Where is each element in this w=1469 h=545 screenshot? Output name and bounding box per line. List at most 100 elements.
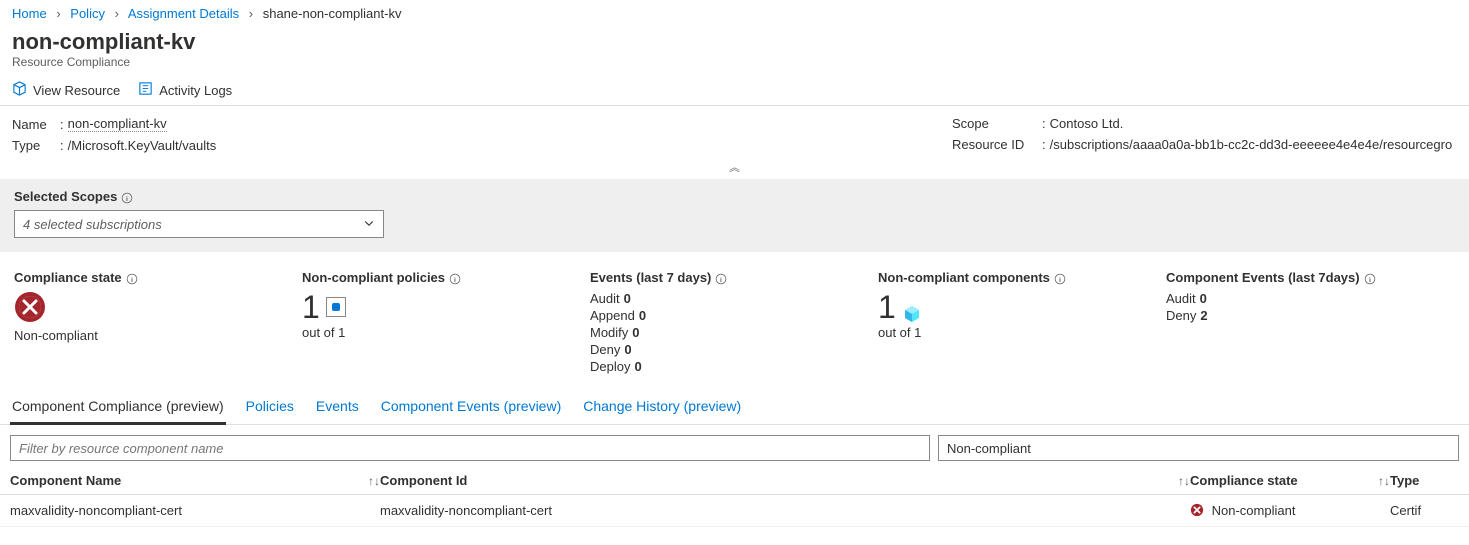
chevron-down-icon bbox=[363, 217, 375, 232]
noncompliant-policies-value: 1 bbox=[302, 291, 320, 323]
activity-logs-button[interactable]: Activity Logs bbox=[138, 81, 232, 99]
kpi-events: Events (last 7 days) i Audit 0 Append 0 … bbox=[590, 270, 860, 376]
view-resource-label: View Resource bbox=[33, 83, 120, 98]
page-title: non-compliant-kv bbox=[0, 25, 1469, 55]
name-label: Name bbox=[12, 117, 60, 132]
cube-icon bbox=[902, 297, 922, 317]
page-subtitle: Resource Compliance bbox=[0, 55, 1469, 77]
info-icon[interactable]: i bbox=[1364, 270, 1376, 285]
sort-icon[interactable]: ↑↓ bbox=[368, 474, 380, 488]
view-resource-button[interactable]: View Resource bbox=[12, 81, 120, 99]
noncompliant-components-title: Non-compliant components bbox=[878, 270, 1050, 285]
compliance-state-title: Compliance state bbox=[14, 270, 122, 285]
event-deploy-label: Deploy bbox=[590, 359, 630, 374]
breadcrumb: Home › Policy › Assignment Details › sha… bbox=[0, 0, 1469, 25]
chevron-right-icon: › bbox=[56, 6, 60, 21]
kpi-compliance-state: Compliance state i Non-compliant bbox=[14, 270, 284, 376]
kpi-noncompliant-components: Non-compliant components i 1 out of 1 bbox=[878, 270, 1148, 376]
col-type[interactable]: Type bbox=[1390, 473, 1419, 488]
tab-change-history[interactable]: Change History (preview) bbox=[581, 392, 743, 424]
info-icon[interactable]: i bbox=[715, 270, 727, 285]
breadcrumb-home[interactable]: Home bbox=[12, 6, 47, 21]
type-label: Type bbox=[12, 138, 60, 153]
breadcrumb-current: shane-non-compliant-kv bbox=[263, 6, 402, 21]
col-component-id[interactable]: Component Id bbox=[380, 473, 467, 488]
noncompliant-icon bbox=[14, 291, 46, 323]
table-row[interactable]: maxvalidity-noncompliant-cert maxvalidit… bbox=[0, 495, 1469, 527]
scopes-dropdown-value: 4 selected subscriptions bbox=[23, 217, 162, 232]
compliance-state-filter[interactable]: Non-compliant bbox=[938, 435, 1459, 461]
kpi-noncompliant-policies: Non-compliant policies i 1 out of 1 bbox=[302, 270, 572, 376]
sort-icon[interactable]: ↑↓ bbox=[1178, 474, 1190, 488]
cevent-deny-value: 2 bbox=[1200, 308, 1207, 323]
svg-text:i: i bbox=[131, 277, 133, 284]
toolbar: View Resource Activity Logs bbox=[0, 77, 1469, 106]
noncompliant-policies-sub: out of 1 bbox=[302, 325, 572, 340]
event-modify-value: 0 bbox=[632, 325, 639, 340]
selected-scopes-label: Selected Scopes bbox=[14, 189, 117, 204]
event-deny-value: 0 bbox=[624, 342, 631, 357]
cell-component-name: maxvalidity-noncompliant-cert bbox=[10, 503, 380, 518]
tab-component-events[interactable]: Component Events (preview) bbox=[379, 392, 564, 424]
compliance-state-filter-value: Non-compliant bbox=[947, 441, 1031, 456]
noncompliant-components-sub: out of 1 bbox=[878, 325, 1148, 340]
tab-policies[interactable]: Policies bbox=[244, 392, 296, 424]
cell-compliance-state: Non-compliant bbox=[1190, 503, 1390, 518]
selected-scopes-section: Selected Scopes i 4 selected subscriptio… bbox=[0, 179, 1469, 252]
components-table: Component Name ↑↓ Component Id ↑↓ Compli… bbox=[0, 469, 1469, 527]
tab-events[interactable]: Events bbox=[314, 392, 361, 424]
svg-text:i: i bbox=[1059, 277, 1061, 284]
properties-section: Name : non-compliant-kv Type : /Microsof… bbox=[0, 106, 1469, 159]
tab-component-compliance[interactable]: Component Compliance (preview) bbox=[10, 392, 226, 425]
event-audit-label: Audit bbox=[590, 291, 620, 306]
info-icon[interactable]: i bbox=[126, 270, 138, 285]
svg-text:i: i bbox=[1369, 277, 1371, 284]
name-value[interactable]: non-compliant-kv bbox=[68, 116, 167, 132]
events-title: Events (last 7 days) bbox=[590, 270, 711, 285]
event-audit-value: 0 bbox=[624, 291, 631, 306]
tabs: Component Compliance (preview) Policies … bbox=[0, 386, 1469, 425]
scope-value: Contoso Ltd. bbox=[1050, 116, 1124, 131]
cell-component-id: maxvalidity-noncompliant-cert bbox=[380, 503, 1190, 518]
filter-name-input[interactable] bbox=[10, 435, 930, 461]
sort-icon[interactable]: ↑↓ bbox=[1378, 474, 1390, 488]
event-modify-label: Modify bbox=[590, 325, 628, 340]
col-compliance-state[interactable]: Compliance state bbox=[1190, 473, 1298, 488]
info-icon[interactable]: i bbox=[1054, 270, 1066, 285]
cevent-audit-value: 0 bbox=[1200, 291, 1207, 306]
breadcrumb-policy[interactable]: Policy bbox=[70, 6, 105, 21]
component-events-title: Component Events (last 7days) bbox=[1166, 270, 1360, 285]
event-deny-label: Deny bbox=[590, 342, 620, 357]
resource-id-value: /subscriptions/aaaa0a0a-bb1b-cc2c-dd3d-e… bbox=[1050, 137, 1453, 152]
activity-logs-label: Activity Logs bbox=[159, 83, 232, 98]
chevron-right-icon: › bbox=[249, 6, 253, 21]
svg-text:i: i bbox=[720, 277, 722, 284]
chevron-double-up-icon: ︽ bbox=[729, 162, 740, 174]
event-append-label: Append bbox=[590, 308, 635, 323]
cevent-deny-label: Deny bbox=[1166, 308, 1196, 323]
kpi-component-events: Component Events (last 7days) i Audit 0 … bbox=[1166, 270, 1466, 376]
collapse-toggle[interactable]: ︽ bbox=[0, 159, 1469, 179]
cell-type: Certif bbox=[1390, 503, 1459, 518]
filter-row: Non-compliant bbox=[0, 425, 1469, 469]
kpi-section: Compliance state i Non-compliant Non-com… bbox=[0, 252, 1469, 386]
chevron-right-icon: › bbox=[115, 6, 119, 21]
event-deploy-value: 0 bbox=[634, 359, 641, 374]
resource-id-label: Resource ID bbox=[952, 137, 1042, 152]
table-header: Component Name ↑↓ Component Id ↑↓ Compli… bbox=[0, 469, 1469, 495]
compliance-state-value: Non-compliant bbox=[14, 328, 284, 343]
svg-text:i: i bbox=[454, 277, 456, 284]
type-value: /Microsoft.KeyVault/vaults bbox=[68, 138, 217, 153]
scope-label: Scope bbox=[952, 116, 1042, 131]
svg-text:i: i bbox=[126, 196, 128, 203]
noncompliant-policies-title: Non-compliant policies bbox=[302, 270, 445, 285]
cube-outline-icon bbox=[12, 81, 27, 99]
scopes-dropdown[interactable]: 4 selected subscriptions bbox=[14, 210, 384, 238]
info-icon[interactable]: i bbox=[121, 189, 133, 204]
breadcrumb-assignment-details[interactable]: Assignment Details bbox=[128, 6, 239, 21]
noncompliant-components-value: 1 bbox=[878, 291, 896, 323]
info-icon[interactable]: i bbox=[449, 270, 461, 285]
col-component-name[interactable]: Component Name bbox=[10, 473, 121, 488]
noncompliant-icon bbox=[1190, 503, 1204, 517]
cevent-audit-label: Audit bbox=[1166, 291, 1196, 306]
